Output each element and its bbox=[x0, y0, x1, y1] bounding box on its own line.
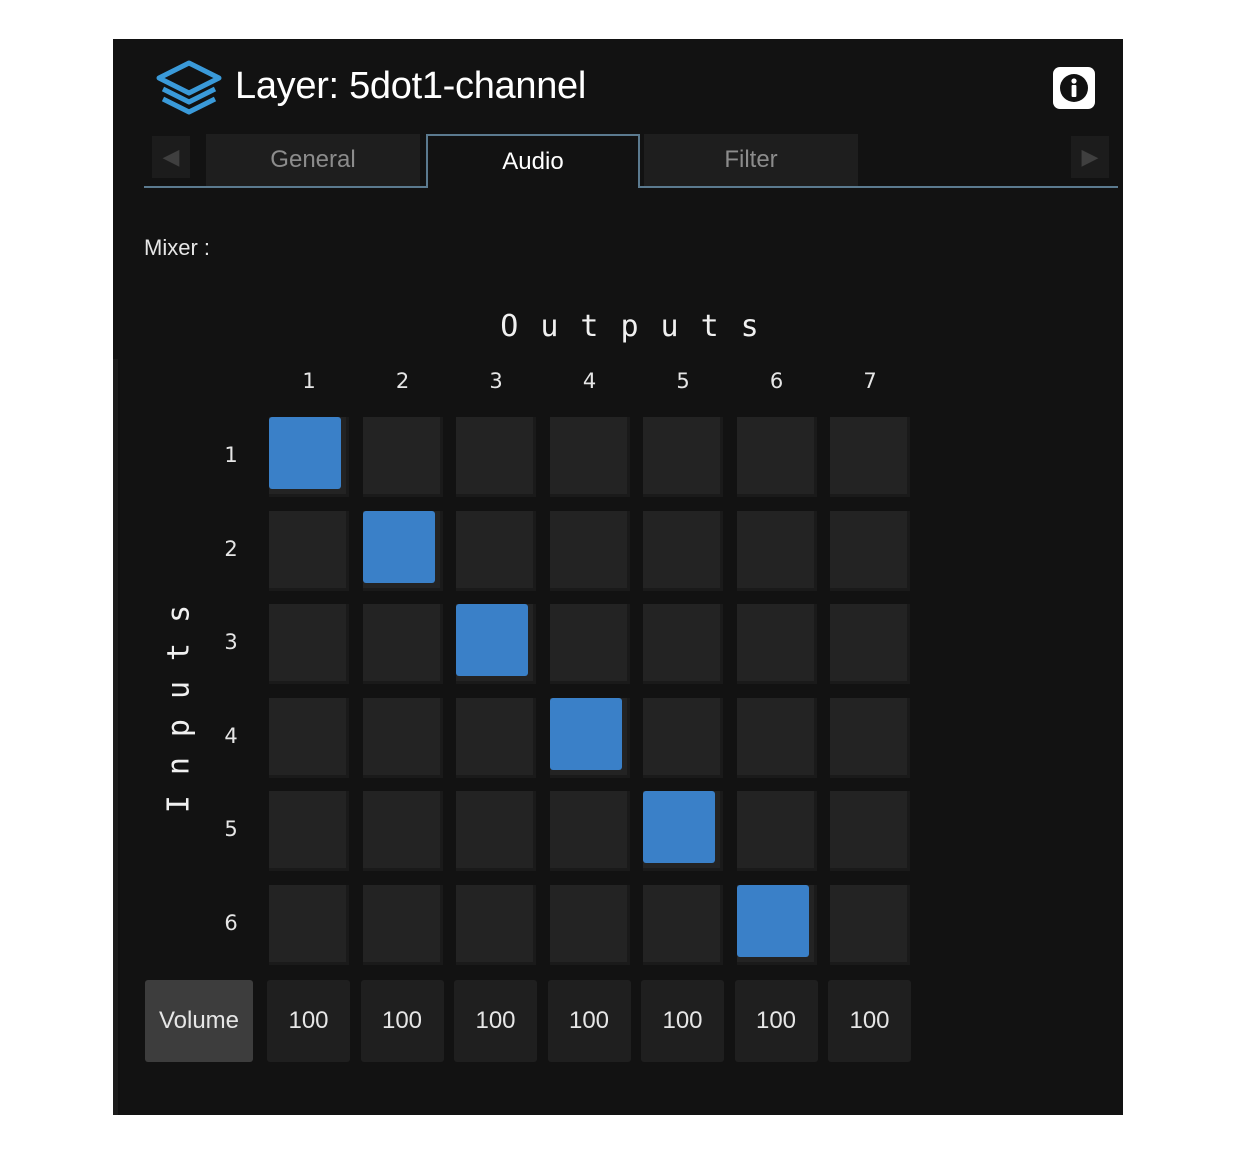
volume-value-output-4[interactable]: 100 bbox=[547, 980, 631, 1062]
matrix-cell-in4-out1[interactable] bbox=[269, 697, 349, 778]
matrix-cell-in3-out5[interactable] bbox=[643, 604, 723, 684]
inputs-label: Inputs bbox=[161, 584, 197, 814]
matrix-cell-in3-out2[interactable] bbox=[362, 604, 443, 684]
input-number: 2 bbox=[224, 536, 238, 561]
page-title: Layer: 5dot1-channel bbox=[235, 65, 587, 107]
matrix-cell-in5-out2[interactable] bbox=[362, 791, 443, 871]
volume-value-output-7[interactable]: 100 bbox=[828, 980, 911, 1062]
matrix-cell-in4-out4[interactable] bbox=[549, 697, 630, 778]
matrix-cell-in5-out1[interactable] bbox=[269, 791, 349, 871]
volume-value-output-3[interactable]: 100 bbox=[454, 980, 537, 1062]
info-button[interactable] bbox=[1053, 67, 1095, 109]
matrix-cell-in5-out7[interactable] bbox=[830, 791, 910, 871]
input-number: 6 bbox=[224, 910, 238, 935]
matrix-cell-in3-out1[interactable] bbox=[269, 604, 349, 684]
matrix-cell-in1-out3[interactable] bbox=[456, 417, 536, 497]
matrix-cell-in2-out2[interactable] bbox=[362, 510, 443, 591]
mixer-label: Mixer : bbox=[144, 235, 210, 260]
volume-value-output-5[interactable]: 100 bbox=[641, 980, 724, 1062]
matrix-cell-in4-out5[interactable] bbox=[643, 697, 723, 778]
matrix-cell-in1-out2[interactable] bbox=[362, 417, 443, 497]
matrix-cell-in3-out6[interactable] bbox=[736, 604, 817, 684]
chevron-right-icon[interactable]: ▶ bbox=[1071, 136, 1109, 178]
tab-filter[interactable]: Filter bbox=[644, 134, 858, 186]
input-number: 1 bbox=[224, 443, 238, 467]
matrix-cell-in4-out6[interactable] bbox=[736, 697, 817, 778]
output-number: 7 bbox=[863, 369, 877, 393]
matrix-cell-in5-out6[interactable] bbox=[736, 791, 817, 871]
input-number: 3 bbox=[224, 630, 238, 654]
input-number: 5 bbox=[224, 817, 238, 841]
matrix-cell-in6-out7[interactable] bbox=[830, 884, 910, 965]
matrix-cell-in3-out7[interactable] bbox=[830, 604, 910, 684]
volume-value-output-1[interactable]: 100 bbox=[267, 980, 350, 1062]
matrix-cell-in2-out3[interactable] bbox=[456, 510, 536, 591]
matrix-cell-in1-out1[interactable] bbox=[269, 417, 349, 497]
matrix-cell-in6-out5[interactable] bbox=[643, 884, 723, 965]
input-number: 4 bbox=[224, 723, 238, 748]
layer-panel: Layer: 5dot1-channel ◀ General Audio Fil… bbox=[113, 39, 1123, 1115]
panel-edge bbox=[113, 359, 118, 1115]
matrix-cell-in6-out1[interactable] bbox=[269, 884, 349, 965]
matrix-cell-in1-out6[interactable] bbox=[736, 417, 817, 497]
matrix-cell-in1-out5[interactable] bbox=[643, 417, 723, 497]
matrix-cell-in5-out5[interactable] bbox=[643, 791, 723, 871]
matrix-cell-in1-out4[interactable] bbox=[549, 417, 630, 497]
matrix-cell-in4-out7[interactable] bbox=[830, 697, 910, 778]
matrix-cell-in1-out7[interactable] bbox=[830, 417, 910, 497]
output-number: 2 bbox=[395, 369, 410, 393]
matrix-cell-in2-out6[interactable] bbox=[736, 510, 817, 591]
output-number: 4 bbox=[582, 369, 597, 393]
output-number: 1 bbox=[302, 369, 316, 393]
panel-header: Layer: 5dot1-channel bbox=[113, 39, 1123, 134]
matrix-cell-in4-out2[interactable] bbox=[362, 697, 443, 778]
matrix-cell-in6-out4[interactable] bbox=[549, 884, 630, 965]
matrix-cell-in2-out5[interactable] bbox=[643, 510, 723, 591]
tab-bar: ◀ General Audio Filter ▶ bbox=[144, 134, 1118, 189]
info-icon bbox=[1060, 74, 1088, 102]
matrix-cell-in5-out4[interactable] bbox=[549, 791, 630, 871]
volume-button[interactable]: Volume bbox=[145, 980, 253, 1062]
matrix-cell-in3-out4[interactable] bbox=[549, 604, 630, 684]
matrix-cell-in2-out1[interactable] bbox=[269, 510, 349, 591]
outputs-label: Outputs bbox=[500, 309, 781, 344]
tab-general[interactable]: General bbox=[206, 134, 420, 186]
matrix-cell-in6-out6[interactable] bbox=[736, 884, 817, 965]
matrix-cell-in6-out2[interactable] bbox=[362, 884, 443, 965]
matrix-cell-in5-out3[interactable] bbox=[456, 791, 536, 871]
output-number: 6 bbox=[769, 369, 784, 393]
output-number: 5 bbox=[676, 369, 690, 393]
matrix-cell-in6-out3[interactable] bbox=[456, 884, 536, 965]
volume-value-output-2[interactable]: 100 bbox=[360, 980, 444, 1062]
matrix-cell-in4-out3[interactable] bbox=[456, 697, 536, 778]
layers-icon bbox=[156, 60, 222, 115]
matrix-cell-in3-out3[interactable] bbox=[456, 604, 536, 684]
output-number: 3 bbox=[489, 369, 503, 393]
matrix-cell-in2-out4[interactable] bbox=[549, 510, 630, 591]
matrix-cell-in2-out7[interactable] bbox=[830, 510, 910, 591]
volume-value-output-6[interactable]: 100 bbox=[734, 980, 818, 1062]
tab-audio[interactable]: Audio bbox=[426, 134, 640, 188]
chevron-left-icon[interactable]: ◀ bbox=[152, 136, 190, 178]
